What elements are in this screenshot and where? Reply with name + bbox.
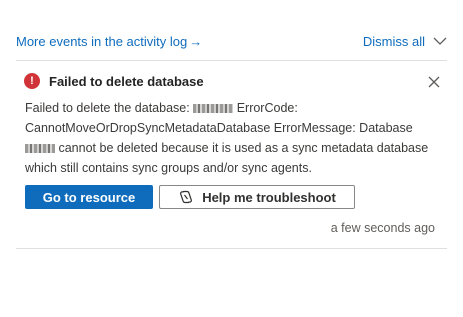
notification-message: Failed to delete the database: ErrorCode…	[25, 98, 433, 178]
notification-actions: Go to resource Help me troubleshoot	[25, 185, 355, 209]
dismiss-all-label: Dismiss all	[362, 33, 425, 49]
notification-timestamp: a few seconds ago	[330, 221, 435, 235]
redacted-database-name	[25, 144, 55, 154]
activity-log-link-label: More events in the activity log	[16, 33, 188, 49]
redacted-database-name	[193, 104, 234, 114]
arrow-right-icon: →	[189, 33, 203, 49]
message-part-1: Failed to delete the database:	[25, 101, 190, 115]
copilot-icon	[180, 190, 193, 204]
notifications-panel: More events in the activity log → Dismis…	[0, 0, 463, 317]
notification-title: Failed to delete database	[49, 73, 204, 89]
help-me-troubleshoot-label: Help me troubleshoot	[202, 189, 336, 205]
notification-header: ! Failed to delete database	[24, 73, 204, 89]
notification-card: ! Failed to delete database Failed to de…	[16, 61, 447, 247]
help-me-troubleshoot-button[interactable]: Help me troubleshoot	[159, 185, 355, 209]
dismiss-all-button[interactable]: Dismiss all	[363, 34, 447, 49]
divider	[16, 248, 447, 249]
go-to-resource-button[interactable]: Go to resource	[25, 185, 153, 209]
notifications-toolbar: More events in the activity log → Dismis…	[16, 31, 447, 51]
message-part-3: cannot be deleted because it is used as …	[25, 141, 429, 175]
error-circle-icon: !	[24, 73, 40, 89]
activity-log-link[interactable]: More events in the activity log →	[16, 34, 202, 49]
close-icon[interactable]	[427, 75, 441, 89]
chevron-down-icon	[433, 37, 447, 45]
